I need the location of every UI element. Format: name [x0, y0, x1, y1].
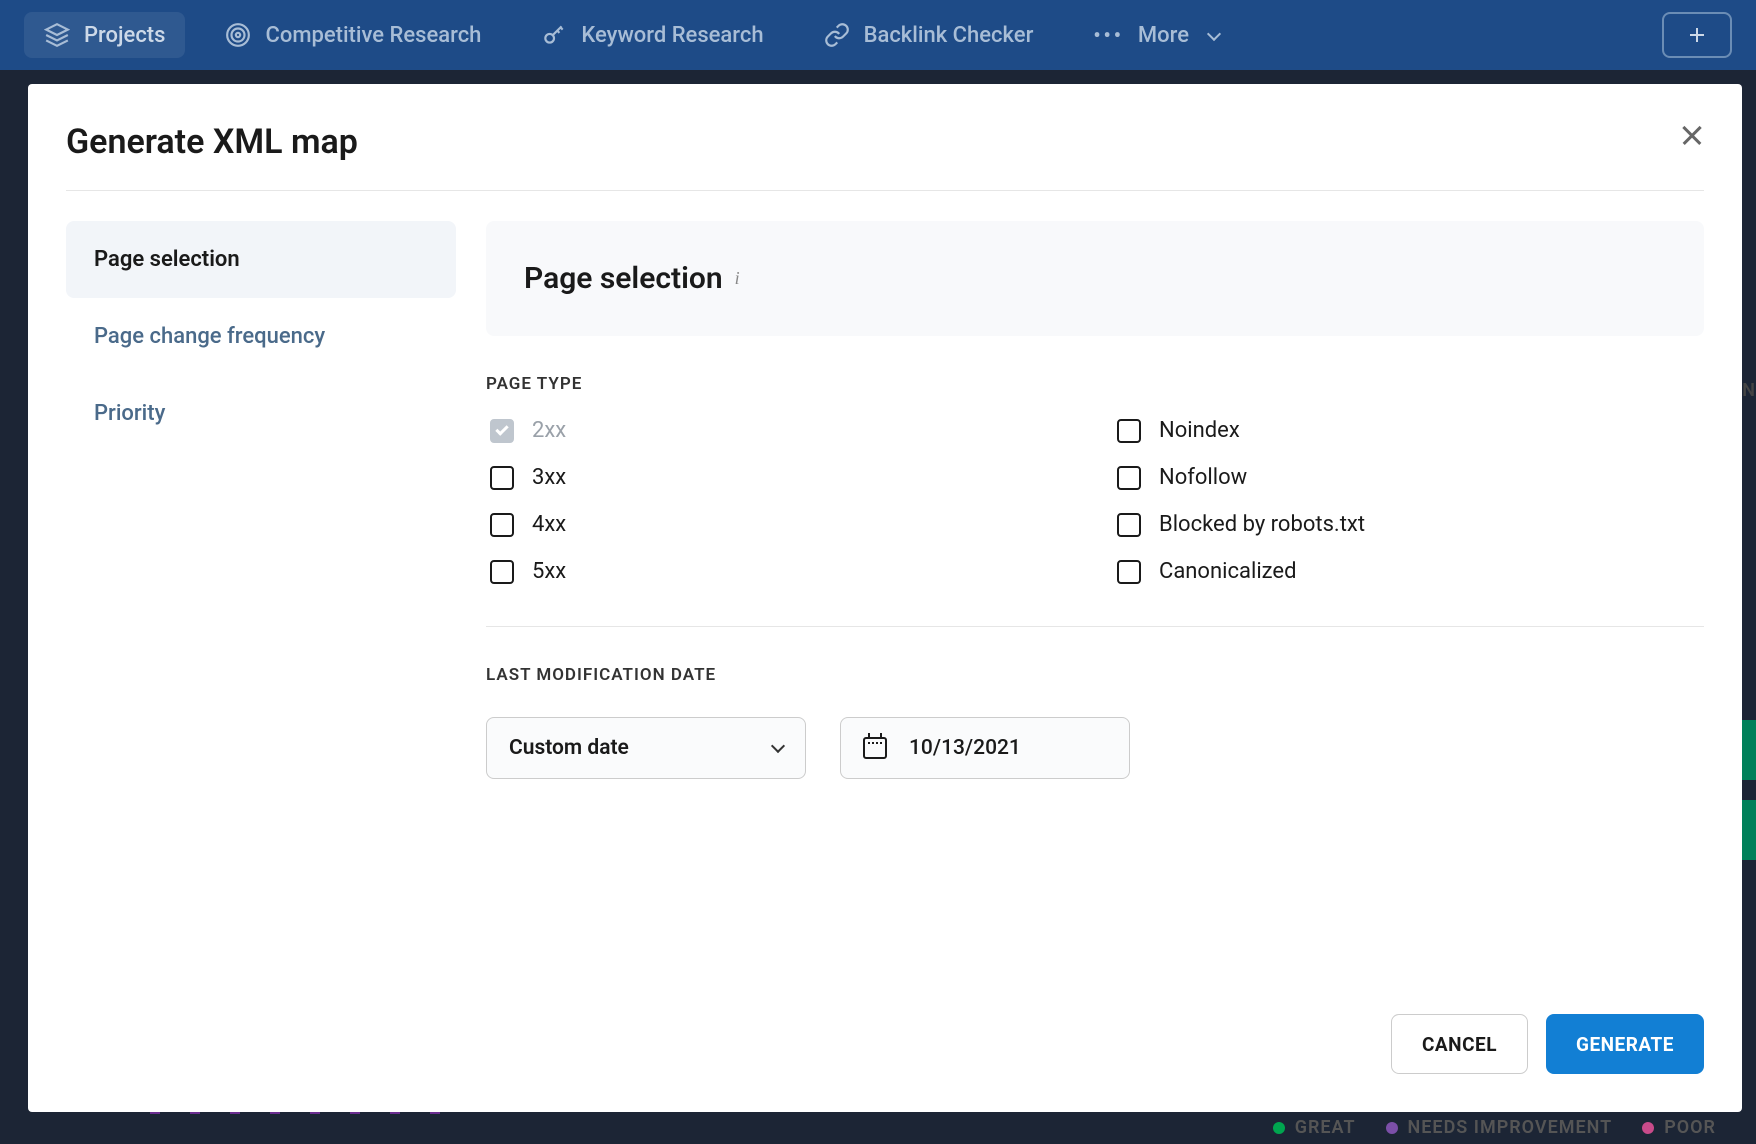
modal-content: Page selection i PAGE TYPE 2xx 3xx — [486, 221, 1704, 1074]
checkbox-icon — [1117, 466, 1141, 490]
section-title: Page selection — [524, 261, 723, 296]
target-icon — [225, 22, 251, 48]
checkbox-icon — [1117, 560, 1141, 584]
checkbox-label: 2xx — [532, 418, 566, 443]
checkbox-label: Noindex — [1159, 418, 1240, 443]
tab-priority[interactable]: Priority — [66, 375, 456, 452]
nav-projects[interactable]: Projects — [24, 12, 185, 58]
legend-label: POOR — [1664, 1117, 1716, 1138]
chevron-down-icon — [771, 739, 785, 753]
nav-label: Competitive Research — [265, 23, 481, 48]
nav-label: More — [1138, 23, 1189, 48]
nav-label: Keyword Research — [581, 23, 763, 48]
top-nav: Projects Competitive Research Keyword Re… — [0, 0, 1756, 70]
layers-icon — [44, 22, 70, 48]
key-icon — [541, 22, 567, 48]
checkbox-5xx[interactable]: 5xx — [490, 559, 1077, 584]
legend-label: NEEDS IMPROVEMENT — [1408, 1117, 1613, 1138]
side-tabs: Page selection Page change frequency Pri… — [66, 221, 456, 1074]
checkbox-icon — [1117, 419, 1141, 443]
page-type-label: PAGE TYPE — [486, 374, 1704, 394]
checkbox-label: Blocked by robots.txt — [1159, 512, 1365, 537]
legend-poor: POOR — [1642, 1117, 1716, 1138]
checkbox-label: 4xx — [532, 512, 566, 537]
calendar-icon — [863, 737, 887, 759]
date-value: 10/13/2021 — [909, 736, 1021, 760]
select-value: Custom date — [509, 736, 629, 760]
modal-footer: CANCEL GENERATE — [486, 1014, 1704, 1074]
nav-competitive-research[interactable]: Competitive Research — [205, 12, 501, 58]
checkbox-label: 3xx — [532, 465, 566, 490]
dots-icon: ••• — [1093, 23, 1124, 47]
generate-button[interactable]: GENERATE — [1546, 1014, 1704, 1074]
bg-legend: GREAT NEEDS IMPROVEMENT POOR — [1273, 1117, 1716, 1138]
generate-xml-modal: Generate XML map Page selection Page cha… — [28, 84, 1742, 1112]
legend-label: GREAT — [1295, 1117, 1356, 1138]
info-icon[interactable]: i — [735, 268, 740, 289]
checkbox-icon — [490, 419, 514, 443]
close-button[interactable] — [1680, 122, 1704, 146]
checkbox-icon — [490, 513, 514, 537]
modal-body: Page selection Page change frequency Pri… — [66, 221, 1704, 1074]
checkbox-label: Canonicalized — [1159, 559, 1296, 584]
modal-header: Generate XML map — [66, 122, 1704, 191]
checkbox-3xx[interactable]: 3xx — [490, 465, 1077, 490]
dot-icon — [1273, 1122, 1285, 1134]
checkbox-nofollow[interactable]: Nofollow — [1117, 465, 1704, 490]
tab-page-selection[interactable]: Page selection — [66, 221, 456, 298]
chevron-down-icon — [1207, 26, 1221, 40]
tab-page-change-frequency[interactable]: Page change frequency — [66, 298, 456, 375]
link-icon — [824, 22, 850, 48]
bg-strip — [1742, 800, 1756, 860]
legend-needs: NEEDS IMPROVEMENT — [1386, 1117, 1613, 1138]
checkbox-icon — [490, 466, 514, 490]
checkbox-grid: 2xx 3xx 4xx 5xx — [486, 418, 1704, 627]
bg-strip — [1742, 720, 1756, 780]
checkbox-canonicalized[interactable]: Canonicalized — [1117, 559, 1704, 584]
nav-keyword-research[interactable]: Keyword Research — [521, 12, 783, 58]
dot-icon — [1386, 1122, 1398, 1134]
cancel-button[interactable]: CANCEL — [1391, 1014, 1528, 1074]
last-mod-label: LAST MODIFICATION DATE — [486, 665, 1704, 685]
checkbox-robots[interactable]: Blocked by robots.txt — [1117, 512, 1704, 537]
nav-backlink-checker[interactable]: Backlink Checker — [804, 12, 1054, 58]
checkbox-noindex[interactable]: Noindex — [1117, 418, 1704, 443]
nav-label: Backlink Checker — [864, 23, 1034, 48]
checkbox-icon — [1117, 513, 1141, 537]
checkbox-label: 5xx — [532, 559, 566, 584]
section-header: Page selection i — [486, 221, 1704, 336]
date-type-select[interactable]: Custom date — [486, 717, 806, 779]
date-row: Custom date 10/13/2021 — [486, 717, 1704, 779]
checkbox-4xx[interactable]: 4xx — [490, 512, 1077, 537]
nav-more[interactable]: ••• More — [1073, 13, 1239, 58]
checkbox-icon — [490, 560, 514, 584]
modal-title: Generate XML map — [66, 122, 358, 162]
dot-icon — [1642, 1122, 1654, 1134]
checkbox-label: Nofollow — [1159, 465, 1247, 490]
add-button[interactable] — [1662, 12, 1732, 58]
date-input[interactable]: 10/13/2021 — [840, 717, 1130, 779]
legend-great: GREAT — [1273, 1117, 1356, 1138]
nav-label: Projects — [84, 23, 165, 48]
checkbox-2xx[interactable]: 2xx — [490, 418, 1077, 443]
